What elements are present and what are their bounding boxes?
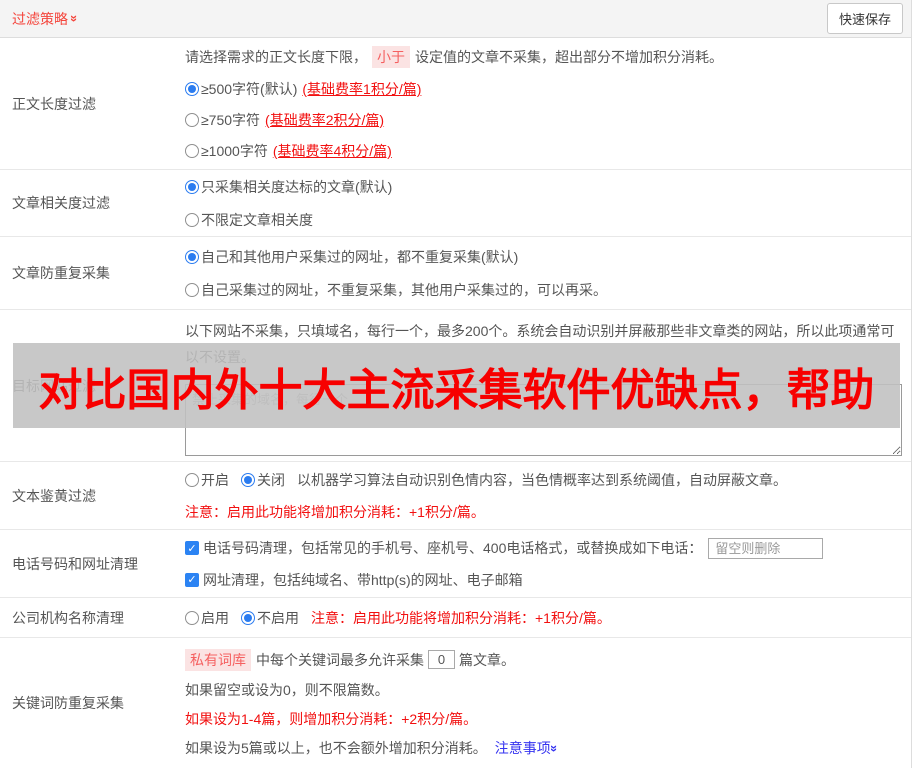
radio-company-on-icon[interactable] (185, 610, 199, 625)
chevron-down-icon: » (546, 744, 562, 752)
page-header: 过滤策略 » 快速保存 (0, 0, 911, 38)
radio-relevance-any-icon[interactable] (185, 212, 199, 227)
length-option-750[interactable]: ≥750字符 (基础费率2积分/篇) (185, 110, 903, 130)
company-clean-label: 公司机构名称清理 (12, 609, 124, 626)
less-than-tag: 小于 (372, 46, 410, 68)
dedup-filter-label: 文章防重复采集 (12, 265, 110, 281)
length-option-1000-text: ≥1000字符 (201, 143, 268, 159)
porn-filter-label: 文本鉴黄过滤 (12, 487, 96, 504)
keyword-line1-mid: 中每个关键词最多允许采集 (256, 651, 424, 668)
replacement-phone-input[interactable] (708, 537, 824, 559)
length-filter-intro: 请选择需求的正文长度下限， 小于 设定值的文章不采集，超出部分不增加积分消耗。 (185, 46, 903, 68)
radio-1000-icon[interactable] (185, 144, 199, 158)
row-relevance-filter: 文章相关度过滤 只采集相关度达标的文章(默认) 不限定文章相关度 (0, 170, 911, 237)
row-porn-filter: 文本鉴黄过滤 开启 关闭 以机器学习算法自动识别色情内容，当色情概率达到系统阈值… (0, 462, 911, 530)
dedup-option-global-text: 自己和其他用户采集过的网址，都不重复采集(默认) (201, 248, 519, 265)
filter-strategy-page: 过滤策略 » 快速保存 正文长度过滤 请选择需求的正文长度下限， 小于 设定值的… (0, 0, 912, 768)
length-option-750-fee: (基础费率2积分/篇) (265, 112, 385, 128)
row-keyword-dedup: 关键词防重复采集 私有词库 中每个关键词最多允许采集 篇文章。 如果留空或设为0… (0, 638, 911, 768)
radio-porn-off-icon[interactable] (241, 472, 255, 487)
check-icon: ✓ (187, 542, 197, 555)
keyword-dedup-label: 关键词防重复采集 (12, 695, 124, 711)
row-dedup-filter: 文章防重复采集 自己和其他用户采集过的网址，都不重复采集(默认) 自己采集过的网… (0, 237, 911, 310)
check-icon: ✓ (187, 574, 197, 586)
relevance-filter-label: 文章相关度过滤 (12, 195, 110, 211)
company-option-off-text[interactable]: 不启用 (257, 608, 299, 628)
relevance-option-strict[interactable]: 只采集相关度达标的文章(默认) (185, 177, 903, 197)
phone-clean-text: 电话号码清理，包括常见的手机号、座机号、400电话格式，或替换成如下电话： (203, 540, 703, 556)
row-length-filter: 正文长度过滤 请选择需求的正文长度下限， 小于 设定值的文章不采集，超出部分不增… (0, 38, 911, 170)
url-clean-text: 网址清理，包括纯域名、带http(s)的网址、电子邮箱 (203, 571, 523, 588)
company-option-on-text[interactable]: 启用 (201, 608, 229, 628)
quick-save-button[interactable]: 快速保存 (826, 3, 903, 34)
porn-option-off-text[interactable]: 关闭 (257, 470, 285, 490)
relevance-option-strict-text: 只采集相关度达标的文章(默认) (201, 178, 393, 195)
row-phone-url-clean: 电话号码和网址清理 ✓ 电话号码清理，包括常见的手机号、座机号、400电话格式，… (0, 530, 911, 598)
chevron-down-icon[interactable]: » (67, 15, 82, 22)
length-option-1000-fee: (基础费率4积分/篇) (272, 143, 392, 159)
length-filter-label: 正文长度过滤 (12, 95, 96, 112)
banned-domains-textarea[interactable] (185, 384, 902, 456)
private-thesaurus-tag[interactable]: 私有词库 (185, 648, 251, 671)
keyword-line3: 如果设为1-4篇，则增加积分消耗：+2积分/篇。 (185, 710, 478, 727)
phone-url-clean-label: 电话号码和网址清理 (12, 555, 138, 572)
keyword-line1-end: 篇文章。 (459, 651, 515, 668)
company-clean-note: 注意：启用此功能将增加积分消耗：+1积分/篇。 (311, 609, 611, 626)
intro-text-after: 设定值的文章不采集，超出部分不增加积分消耗。 (415, 49, 723, 65)
radio-500-icon[interactable] (185, 82, 199, 96)
dedup-option-global[interactable]: 自己和其他用户采集过的网址，都不重复采集(默认) (185, 247, 903, 267)
row-target-site-filter: 目标网站过滤 以下网站不采集，只填域名，每行一个，最多200个。系统会自动识别并… (0, 310, 911, 462)
notes-link[interactable]: 注意事项» (494, 738, 562, 758)
radio-porn-on-icon[interactable] (185, 472, 199, 487)
porn-option-on-text[interactable]: 开启 (201, 470, 229, 490)
relevance-option-any[interactable]: 不限定文章相关度 (185, 210, 903, 230)
radio-750-icon[interactable] (185, 113, 199, 127)
length-option-500-fee: (基础费率1积分/篇) (302, 81, 422, 97)
length-option-500-text: ≥500字符(默认) (201, 81, 298, 97)
keyword-line4: 如果设为5篇或以上，也不会额外增加积分消耗。 (185, 739, 487, 756)
radio-company-off-icon[interactable] (241, 610, 255, 625)
target-site-filter-label: 目标网站过滤 (12, 377, 96, 394)
notes-link-text: 注意事项 (494, 739, 551, 756)
length-option-1000[interactable]: ≥1000字符 (基础费率4积分/篇) (185, 141, 903, 161)
porn-filter-description: 以机器学习算法自动识别色情内容，当色情概率达到系统阈值，自动屏蔽文章。 (297, 471, 787, 488)
max-articles-input[interactable] (428, 650, 455, 669)
radio-dedup-self-icon[interactable] (185, 282, 199, 297)
keyword-line2: 如果留空或设为0，则不限篇数。 (185, 681, 389, 698)
length-option-500[interactable]: ≥500字符(默认) (基础费率1积分/篇) (185, 79, 903, 99)
relevance-option-any-text: 不限定文章相关度 (201, 211, 313, 228)
intro-text-before: 请选择需求的正文长度下限， (185, 49, 367, 65)
checkbox-phone-clean-icon[interactable]: ✓ (185, 541, 199, 555)
checkbox-url-clean-icon[interactable]: ✓ (185, 572, 199, 587)
dedup-option-self-text: 自己采集过的网址，不重复采集，其他用户采集过的，可以再采。 (201, 281, 607, 298)
radio-relevance-strict-icon[interactable] (185, 179, 199, 194)
dedup-option-self[interactable]: 自己采集过的网址，不重复采集，其他用户采集过的，可以再采。 (185, 280, 903, 300)
target-site-instruction: 以下网站不采集，只填域名，每行一个，最多200个。系统会自动识别并屏蔽那些非文章… (185, 323, 895, 365)
row-company-clean: 公司机构名称清理 启用 不启用 注意：启用此功能将增加积分消耗：+1积分/篇。 (0, 598, 911, 638)
page-title: 过滤策略 (12, 10, 68, 27)
porn-filter-note: 注意：启用此功能将增加积分消耗：+1积分/篇。 (185, 503, 485, 520)
length-option-750-text: ≥750字符 (201, 112, 261, 128)
radio-dedup-global-icon[interactable] (185, 249, 199, 264)
